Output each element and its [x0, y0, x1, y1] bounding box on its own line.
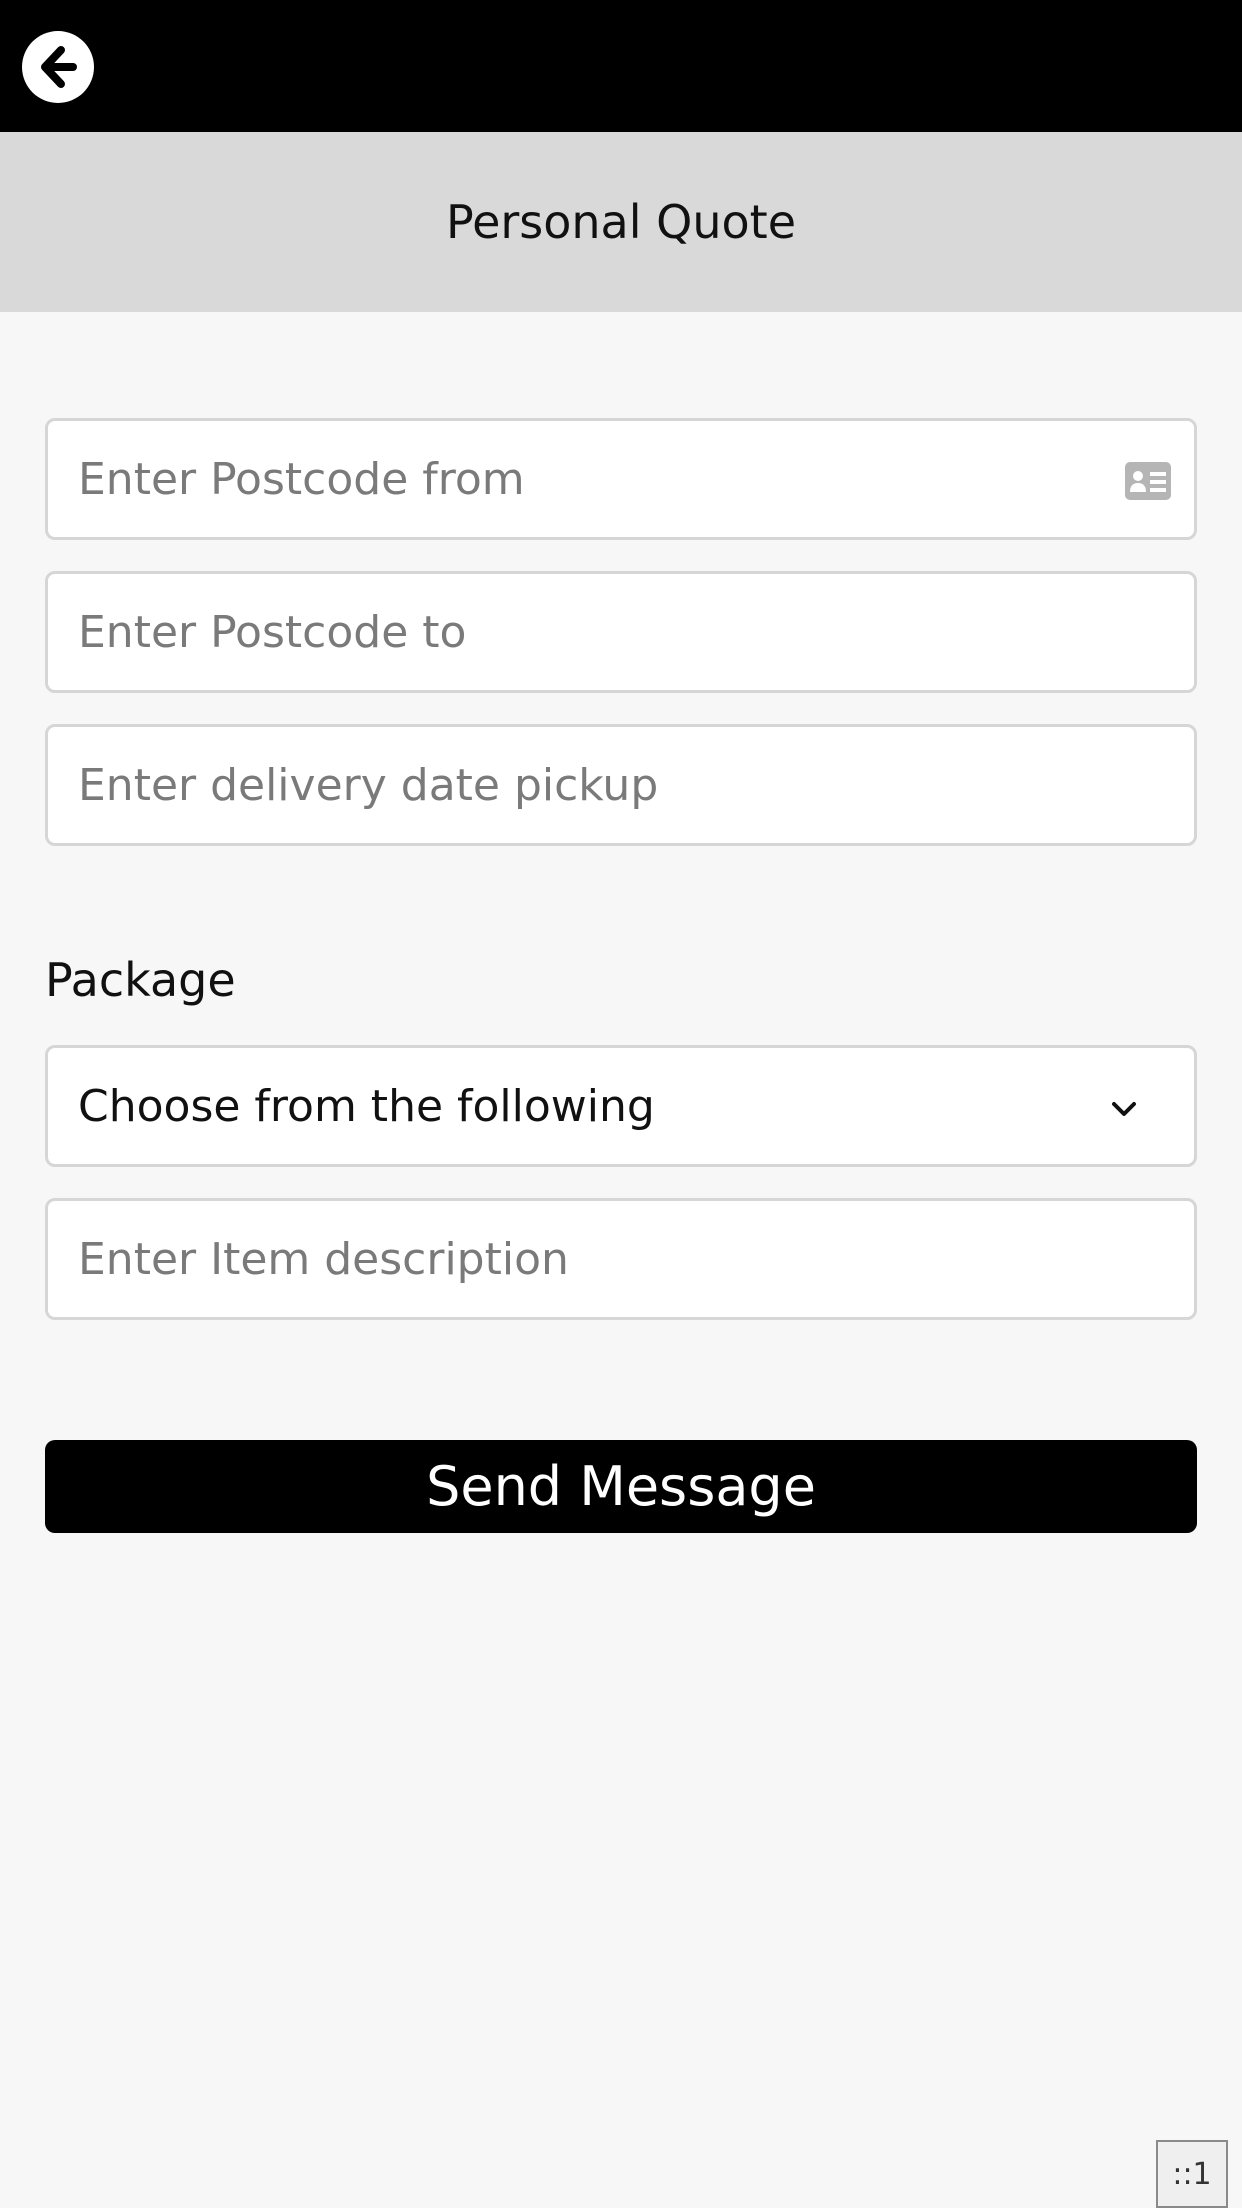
corner-badge: ::1: [1156, 2140, 1228, 2208]
chevron-down-icon: [1112, 1102, 1136, 1116]
contact-card-icon[interactable]: [1124, 461, 1172, 501]
item-description-field[interactable]: [45, 1198, 1197, 1320]
top-bar: [0, 0, 1242, 132]
item-description-input[interactable]: [48, 1201, 1078, 1317]
postcode-to-field[interactable]: [45, 571, 1197, 693]
delivery-date-field[interactable]: [45, 724, 1197, 846]
title-bar: Personal Quote: [0, 132, 1242, 312]
postcode-from-field[interactable]: [45, 418, 1197, 540]
postcode-from-input[interactable]: [48, 421, 1078, 537]
send-message-button[interactable]: Send Message: [45, 1440, 1197, 1533]
package-label: Package: [45, 953, 236, 1007]
page-title: Personal Quote: [445, 195, 796, 249]
postcode-to-input[interactable]: [48, 574, 1078, 690]
package-select[interactable]: Choose from the following: [45, 1045, 1197, 1167]
package-select-value: Choose from the following: [78, 1080, 655, 1132]
back-button[interactable]: [22, 31, 94, 103]
delivery-date-input[interactable]: [48, 727, 1078, 843]
arrow-left-circle-icon: [41, 46, 77, 88]
